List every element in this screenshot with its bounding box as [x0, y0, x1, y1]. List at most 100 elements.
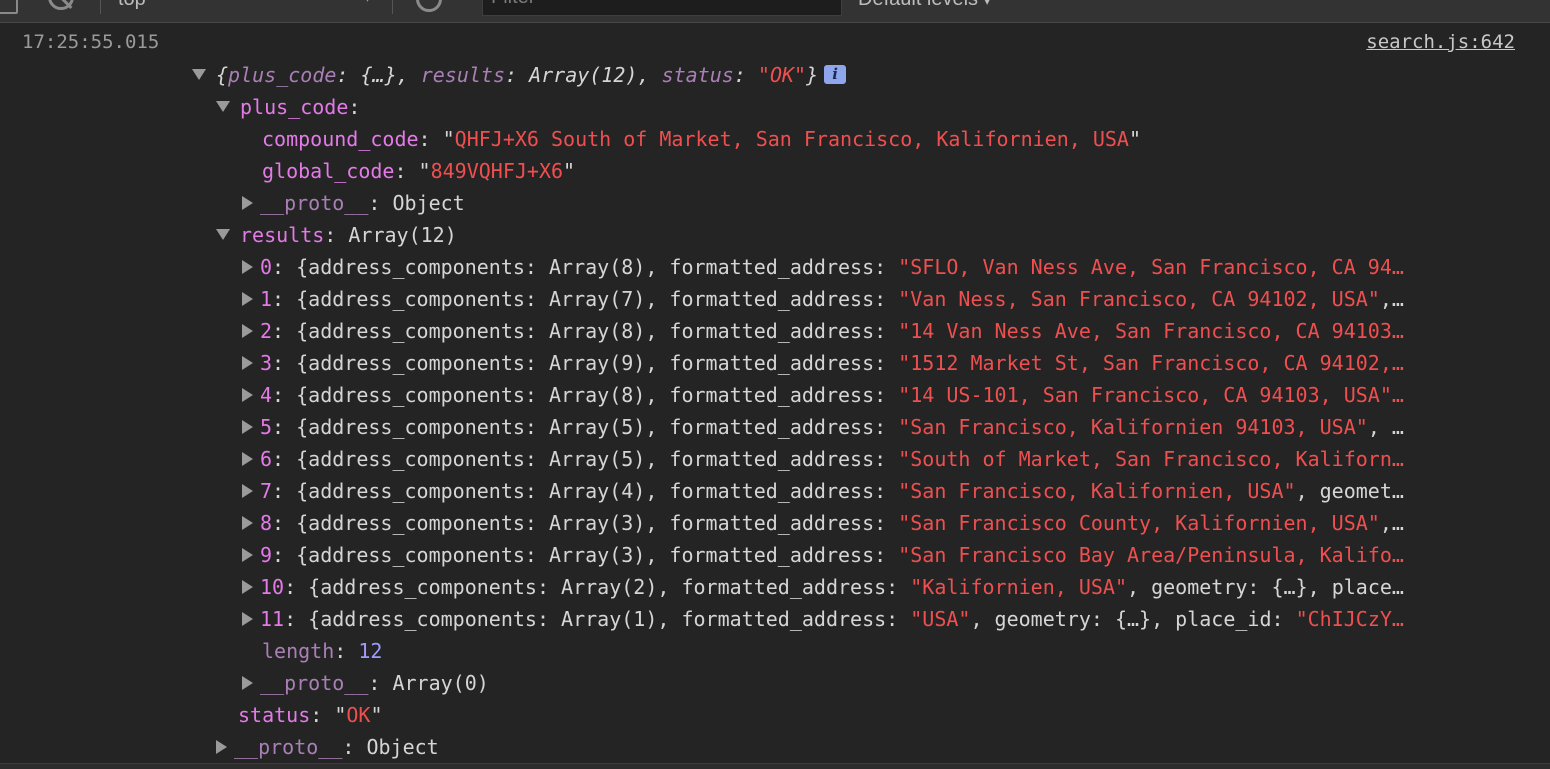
property-value: QHFJ+X6 South of Market, San Francisco, … [454, 127, 1129, 151]
result-mid: , formatted_address: [645, 255, 899, 279]
length-row: length: 12 [262, 639, 383, 663]
result-prefix: : {address_components: [272, 543, 549, 567]
result-address: "USA" [910, 607, 971, 631]
result-item-row[interactable]: 6: {address_components: Array(5), format… [242, 443, 1550, 475]
summary-key: plus_code [228, 63, 337, 87]
expand-triangle-icon[interactable] [242, 355, 253, 370]
property-key: plus_code [240, 95, 349, 119]
result-rest: , geomet… [1295, 479, 1404, 503]
result-prefix: : {address_components: [272, 351, 549, 375]
result-mid: , formatted_address: [645, 383, 899, 407]
expand-triangle-icon[interactable] [242, 483, 253, 498]
result-address: "14 US-101, San Francisco, CA 94103, USA… [898, 383, 1404, 407]
result-prefix: : {address_components: [284, 607, 562, 631]
result-prefix: : {address_components: [272, 383, 549, 407]
result-address: "SFLO, Van Ness Ave, San Francisco, CA 9… [898, 255, 1404, 279]
brace: { [216, 63, 229, 87]
expand-triangle-icon[interactable] [242, 291, 253, 306]
result-address: "South of Market, San Francisco, Kalifor… [898, 447, 1404, 471]
expand-triangle-icon[interactable] [242, 195, 253, 210]
result-item-row[interactable]: 10: {address_components: Array(2), forma… [242, 571, 1550, 603]
expand-triangle-icon[interactable] [242, 611, 253, 626]
context-selector[interactable]: top [118, 0, 146, 11]
result-mid: , formatted_address: [645, 287, 899, 311]
result-address: "Kalifornien, USA" [910, 575, 1127, 599]
result-index: 4 [260, 383, 273, 407]
expand-triangle-icon[interactable] [242, 387, 253, 402]
log-levels-label: Default levels [858, 0, 978, 10]
property-colon: : [348, 95, 361, 119]
result-address: "San Francisco County, Kalifornien, USA" [898, 511, 1380, 535]
filter-input[interactable]: Filter [482, 0, 842, 16]
result-item-row[interactable]: 3: {address_components: Array(9), format… [242, 347, 1550, 379]
result-rest: ,… [1379, 287, 1404, 311]
summary-value: : Array(12), [505, 63, 662, 87]
clear-console-icon[interactable] [48, 0, 74, 10]
toolbar-divider [392, 0, 393, 14]
result-array: Array(3) [549, 511, 646, 535]
result-array: Array(4) [549, 479, 646, 503]
toolbar-divider [100, 0, 101, 14]
source-link[interactable]: search.js:642 [1366, 31, 1515, 53]
expand-triangle-icon[interactable] [192, 69, 206, 80]
expand-triangle-icon[interactable] [242, 451, 253, 466]
property-key: __proto__ [260, 671, 369, 695]
result-prefix: : {address_components: [272, 287, 549, 311]
result-item-row[interactable]: 4: {address_components: Array(8), format… [242, 379, 1550, 411]
expand-triangle-icon[interactable] [242, 419, 253, 434]
property-value: Object [392, 191, 465, 215]
root-proto-row[interactable]: __proto__: Object [216, 731, 1550, 763]
sidebar-toggle-icon[interactable] [0, 0, 18, 14]
result-array: Array(5) [549, 447, 646, 471]
result-item-row[interactable]: 11: {address_components: Array(1), forma… [242, 603, 1550, 635]
result-address: "Van Ness, San Francisco, CA 94102, USA" [898, 287, 1380, 311]
expand-triangle-icon[interactable] [242, 515, 253, 530]
result-mid: , formatted_address: [645, 479, 899, 503]
result-mid: , formatted_address: [645, 415, 899, 439]
expand-triangle-icon[interactable] [242, 547, 253, 562]
expand-triangle-icon[interactable] [216, 101, 230, 112]
result-item-row[interactable]: 5: {address_components: Array(5), format… [242, 411, 1550, 443]
property-value: Array(12) [348, 223, 457, 247]
expand-triangle-icon[interactable] [242, 323, 253, 338]
results-proto-row[interactable]: __proto__: Array(0) [242, 667, 1550, 699]
info-icon[interactable]: i [824, 65, 847, 84]
result-index: 0 [260, 255, 273, 279]
summary-key: results [420, 63, 506, 87]
console-prompt-divider [0, 763, 1550, 769]
result-prefix: : {address_components: [272, 319, 549, 343]
plus-code-proto-row[interactable]: __proto__: Object [242, 187, 1550, 219]
result-prefix: : {address_components: [272, 415, 549, 439]
expand-triangle-icon[interactable] [242, 259, 253, 274]
quote: " [334, 703, 347, 727]
expand-triangle-icon[interactable] [242, 579, 253, 594]
result-mid: , formatted_address: [657, 607, 911, 631]
result-item-row[interactable]: 0: {address_components: Array(8), format… [242, 251, 1550, 283]
expand-triangle-icon[interactable] [216, 229, 230, 240]
plus-code-row[interactable]: plus_code: [216, 91, 1550, 123]
object-summary-row[interactable]: {plus_code: {…}, results: Array(12), sta… [192, 59, 1550, 91]
result-item-row[interactable]: 1: {address_components: Array(7), format… [242, 283, 1550, 315]
log-levels-dropdown[interactable]: Default levels ▾ [858, 0, 991, 11]
result-index: 9 [260, 543, 273, 567]
result-index: 8 [260, 511, 273, 535]
expand-triangle-icon[interactable] [242, 675, 253, 690]
result-item-row[interactable]: 7: {address_components: Array(4), format… [242, 475, 1550, 507]
result-mid: , formatted_address: [645, 543, 899, 567]
result-index: 1 [260, 287, 273, 311]
result-address: "1512 Market St, San Francisco, CA 94102… [898, 351, 1404, 375]
results-row[interactable]: results: Array(12) [216, 219, 1550, 251]
expand-triangle-icon[interactable] [216, 739, 227, 754]
result-item-row[interactable]: 2: {address_components: Array(8), format… [242, 315, 1550, 347]
property-value: Array(0) [392, 671, 489, 695]
result-item-row[interactable]: 9: {address_components: Array(3), format… [242, 539, 1550, 571]
result-mid: , formatted_address: [645, 511, 899, 535]
result-prefix: : {address_components: [272, 255, 549, 279]
result-index: 6 [260, 447, 273, 471]
result-array: Array(5) [549, 415, 646, 439]
property-value: 12 [358, 639, 383, 663]
live-expression-icon[interactable] [416, 0, 442, 12]
result-item-row[interactable]: 8: {address_components: Array(3), format… [242, 507, 1550, 539]
property-key: compound_code [262, 127, 419, 151]
property-value: Object [366, 735, 439, 759]
